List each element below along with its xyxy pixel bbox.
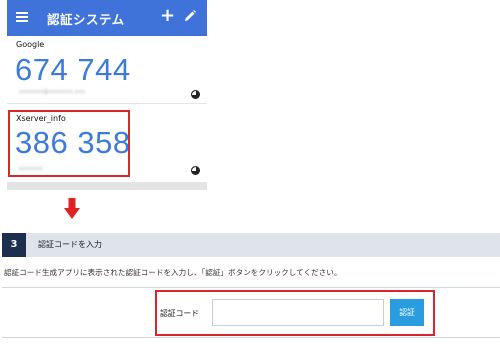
countdown-timer-icon <box>191 166 200 175</box>
pencil-icon[interactable] <box>183 9 197 23</box>
step-description: 認証コード生成アプリに表示された認証コードを入力し、「認証」ボタンをクリックして… <box>4 268 342 277</box>
account-name: Google <box>16 40 45 49</box>
step-header: 3 認証コードを入力 <box>2 233 500 257</box>
divider <box>2 337 500 338</box>
divider <box>2 287 500 288</box>
highlight-box-auth-form <box>155 290 435 336</box>
step-title: 認証コードを入力 <box>38 240 102 249</box>
app-title: 認証システム <box>47 12 125 27</box>
arrow-down-icon <box>64 198 80 219</box>
account-email: xxxxxxx@xxxxxxx.xxx <box>19 89 86 95</box>
account-card-google[interactable]: Google 674 744 xxxxxxx@xxxxxxx.xxx <box>7 36 207 103</box>
step-number: 3 <box>2 233 26 257</box>
countdown-timer-icon <box>191 90 200 99</box>
highlight-box-xserver-code <box>8 110 130 177</box>
otp-code: 674 744 <box>15 52 131 87</box>
hamburger-menu-icon[interactable] <box>16 12 28 22</box>
plus-icon[interactable]: + <box>160 6 175 26</box>
app-bar: 認証システム + <box>7 0 207 36</box>
